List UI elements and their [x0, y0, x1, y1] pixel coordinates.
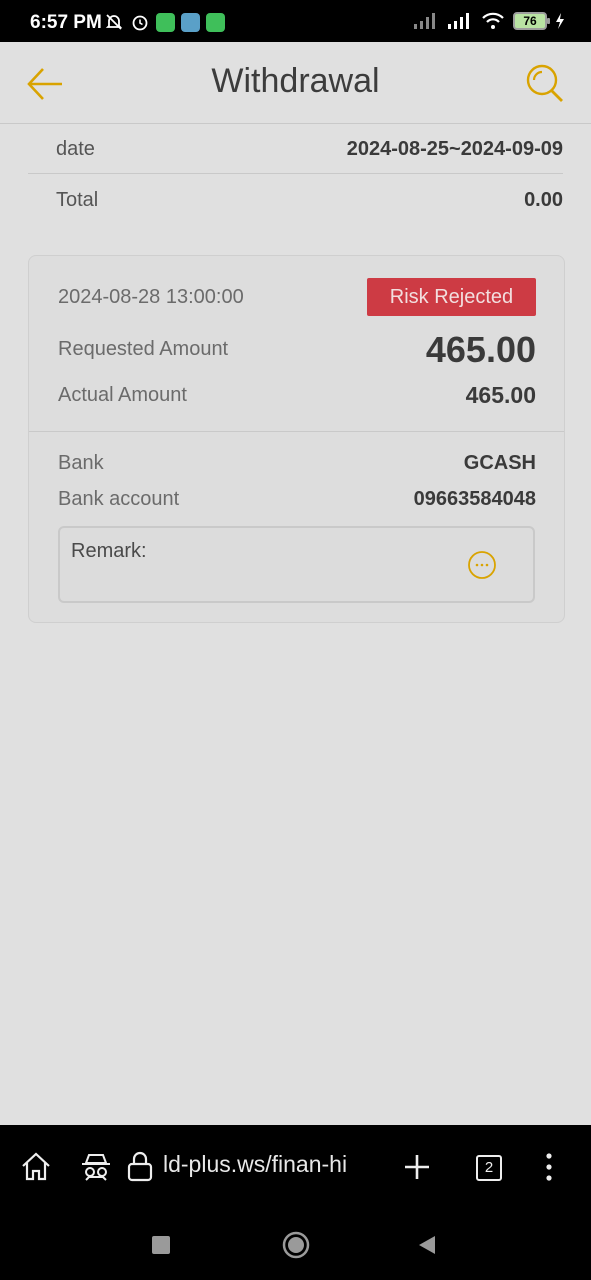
header: Withdrawal	[0, 42, 591, 124]
date-range-row[interactable]: date 2024-08-25~2024-09-09	[28, 124, 563, 174]
alarm-clock-icon	[132, 15, 148, 31]
record-datetime: 2024-08-28 13:00:00	[58, 286, 244, 308]
back-triangle-icon[interactable]	[417, 1235, 437, 1255]
recents-square-icon[interactable]	[151, 1235, 171, 1255]
date-label: date	[56, 138, 95, 160]
record-amounts: 2024-08-28 13:00:00 Risk Rejected Reques…	[29, 256, 564, 432]
search-icon[interactable]	[525, 62, 565, 104]
status-notification-icons	[104, 12, 225, 32]
muted-alarm-icon	[105, 14, 123, 30]
total-label: Total	[56, 189, 99, 211]
total-row: Total 0.00	[28, 175, 563, 225]
total-value: 0.00	[524, 189, 563, 211]
remark-box: Remark:	[58, 526, 535, 603]
tabs-count-button[interactable]: 2	[476, 1155, 502, 1181]
more-vert-icon[interactable]	[532, 1150, 566, 1184]
home-circle-icon[interactable]	[282, 1231, 310, 1259]
app-icon-blue	[181, 12, 200, 32]
remark-label: Remark:	[71, 540, 147, 562]
charging-icon	[556, 13, 564, 29]
page-title: Withdrawal	[211, 62, 380, 100]
battery-icon: 76	[513, 12, 550, 30]
signal-icon	[414, 13, 435, 29]
requested-amount-label: Requested Amount	[58, 338, 229, 360]
status-system-icons: 76	[413, 12, 565, 30]
url-field[interactable]: ld-plus.ws/finan-hi	[163, 1151, 359, 1178]
withdrawal-record-card[interactable]: 2024-08-28 13:00:00 Risk Rejected Reques…	[28, 255, 565, 623]
status-badge: Risk Rejected	[367, 278, 536, 316]
bank-value: GCASH	[463, 452, 536, 474]
app-content: Withdrawal date 2024-08-25~2024-09-09 To…	[0, 42, 591, 1125]
actual-amount-value: 465.00	[465, 382, 536, 408]
new-tab-plus-icon[interactable]	[400, 1150, 434, 1184]
app-icon-green	[156, 12, 175, 32]
signal-icon-2	[448, 13, 469, 29]
wifi-icon	[482, 12, 504, 29]
lock-icon	[127, 1151, 153, 1182]
app-icon-green-2	[206, 12, 225, 32]
bank-label: Bank	[58, 452, 104, 474]
browser-toolbar: ld-plus.ws/finan-hi 2	[0, 1125, 591, 1210]
incognito-icon[interactable]	[79, 1150, 113, 1184]
actual-amount-label: Actual Amount	[58, 384, 187, 406]
requested-amount-value: 465.00	[425, 329, 536, 370]
status-bar: 6:57 PM 76	[0, 0, 591, 42]
bank-account-label: Bank account	[58, 488, 180, 510]
date-range-value: 2024-08-25~2024-09-09	[346, 138, 563, 160]
bank-account-value: 09663584048	[413, 488, 536, 510]
status-time: 6:57 PM	[30, 12, 102, 33]
system-navigation-bar	[0, 1210, 591, 1280]
more-dots-icon[interactable]	[467, 550, 497, 580]
home-icon[interactable]	[19, 1150, 53, 1184]
